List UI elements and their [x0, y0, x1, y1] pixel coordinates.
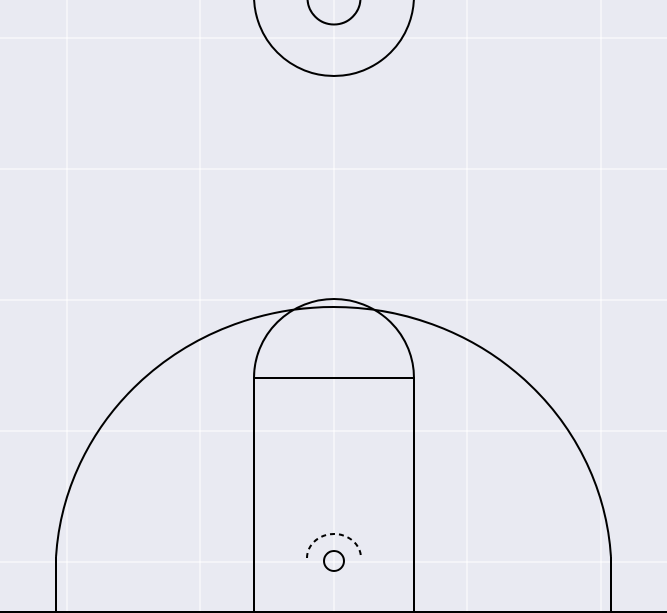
court-svg [0, 0, 667, 613]
court-diagram [0, 0, 667, 613]
